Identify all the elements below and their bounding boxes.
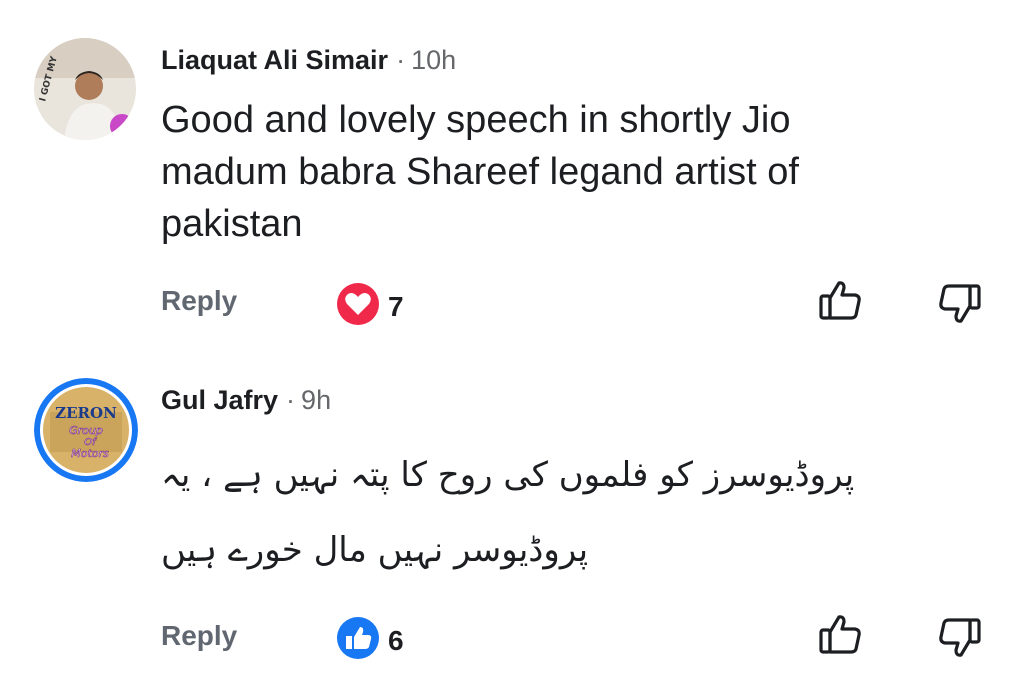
- dislike-button[interactable]: [938, 616, 982, 665]
- separator-dot: ·: [396, 45, 406, 75]
- comment-line: pakistan: [161, 203, 303, 245]
- heart-icon: [336, 282, 380, 331]
- reply-button[interactable]: Reply: [161, 285, 237, 317]
- like-icon: [336, 616, 380, 665]
- svg-text:Group: Group: [69, 424, 103, 437]
- timestamp[interactable]: 10h: [411, 45, 456, 75]
- comment-line: پروڈیوسرز کو فلموں کی روح کا پتہ نہیں ہے…: [161, 455, 855, 495]
- separator-dot: ·: [286, 385, 296, 415]
- avatar[interactable]: I GOT MY: [34, 38, 136, 140]
- comment-line: madum babra Shareef legand artist of: [161, 151, 799, 193]
- reaction-summary[interactable]: 7: [336, 282, 404, 331]
- reaction-summary[interactable]: 6: [336, 616, 404, 665]
- timestamp[interactable]: 9h: [301, 385, 331, 415]
- avatar-logo-text: ZERON: [55, 404, 117, 422]
- comment-meta: Gul Jafry · 9h: [161, 383, 331, 417]
- like-button[interactable]: [818, 612, 862, 661]
- reaction-count: 7: [388, 290, 404, 322]
- svg-text:Motors: Motors: [71, 447, 109, 460]
- comment-text: Good and lovely speech in shortly Jio ma…: [161, 94, 799, 250]
- like-button[interactable]: [818, 278, 862, 327]
- thumbs-up-icon: [819, 615, 861, 654]
- comment-line: پروڈیوسر نہیں مال خورے ہیں: [161, 530, 589, 570]
- reply-button[interactable]: Reply: [161, 620, 237, 652]
- comment-line: Good and lovely speech in shortly Jio: [161, 99, 791, 141]
- author-name[interactable]: Liaquat Ali Simair: [161, 45, 388, 75]
- thumbs-down-icon: [939, 284, 981, 323]
- author-name[interactable]: Gul Jafry: [161, 385, 278, 415]
- avatar[interactable]: ZERON Group Of Motors: [34, 378, 138, 482]
- comment-meta: Liaquat Ali Simair · 10h: [161, 43, 456, 77]
- reaction-count: 6: [388, 624, 404, 656]
- thumbs-up-icon: [819, 281, 861, 320]
- thumbs-down-icon: [939, 618, 981, 657]
- dislike-button[interactable]: [938, 282, 982, 331]
